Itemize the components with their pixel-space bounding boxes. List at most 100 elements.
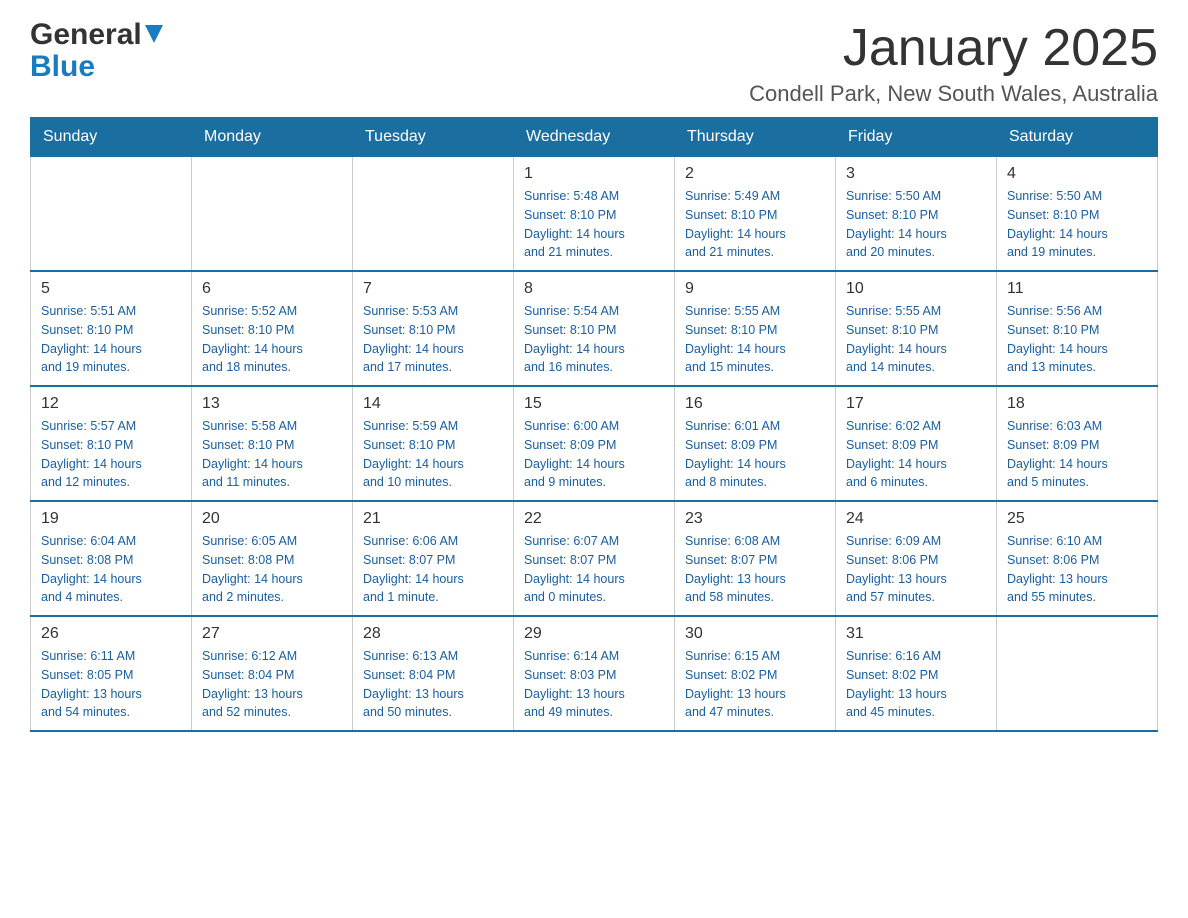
day-info: Sunrise: 5:48 AMSunset: 8:10 PMDaylight:… [524, 187, 664, 262]
day-info: Sunrise: 6:11 AMSunset: 8:05 PMDaylight:… [41, 647, 181, 722]
logo-triangle-icon [145, 25, 163, 47]
table-row: 20Sunrise: 6:05 AMSunset: 8:08 PMDayligh… [192, 501, 353, 616]
day-number: 21 [363, 510, 503, 528]
table-row: 25Sunrise: 6:10 AMSunset: 8:06 PMDayligh… [997, 501, 1158, 616]
header-sunday: Sunday [31, 118, 192, 157]
table-row [997, 616, 1158, 731]
table-row: 24 Sunrise: 6:09 AMSunset: 8:06 PMDayligh… [836, 501, 997, 616]
day-number: 14 [363, 395, 503, 413]
table-row: 27 Sunrise: 6:12 AMSunset: 8:04 PMDayligh… [192, 616, 353, 731]
logo-general-text: General [30, 20, 142, 50]
table-row: 1 Sunrise: 5:48 AMSunset: 8:10 PMDaylight… [514, 157, 675, 272]
table-row: 13 Sunrise: 5:58 AMSunset: 8:10 PMDayligh… [192, 386, 353, 501]
day-info: Sunrise: 5:52 AMSunset: 8:10 PMDaylight:… [202, 302, 342, 377]
calendar: Sunday Monday Tuesday Wednesday Thursday… [30, 117, 1158, 732]
day-info: Sunrise: 5:51 AMSunset: 8:10 PMDaylight:… [41, 302, 181, 377]
table-row: 6 Sunrise: 5:52 AMSunset: 8:10 PMDaylight… [192, 271, 353, 386]
table-row [31, 157, 192, 272]
title-section: January 2025 Condell Park, New South Wal… [749, 20, 1158, 107]
day-info: Sunrise: 6:04 AMSunset: 8:08 PMDaylight:… [41, 532, 181, 607]
table-row: 17 Sunrise: 6:02 AMSunset: 8:09 PMDayligh… [836, 386, 997, 501]
header-tuesday: Tuesday [353, 118, 514, 157]
day-info: Sunrise: 6:12 AMSunset: 8:04 PMDaylight:… [202, 647, 342, 722]
day-info: Sunrise: 6:09 AMSunset: 8:06 PMDaylight:… [846, 532, 986, 607]
table-row: 10Sunrise: 5:55 AMSunset: 8:10 PMDayligh… [836, 271, 997, 386]
day-number: 26 [41, 625, 181, 643]
day-info: Sunrise: 5:59 AMSunset: 8:10 PMDaylight:… [363, 417, 503, 492]
table-row: 21 Sunrise: 6:06 AMSunset: 8:07 PMDayligh… [353, 501, 514, 616]
day-info: Sunrise: 6:02 AMSunset: 8:09 PMDaylight:… [846, 417, 986, 492]
day-info: Sunrise: 5:53 AMSunset: 8:10 PMDaylight:… [363, 302, 503, 377]
day-info: Sunrise: 6:07 AMSunset: 8:07 PMDaylight:… [524, 532, 664, 607]
day-number: 11 [1007, 280, 1147, 298]
day-number: 5 [41, 280, 181, 298]
table-row: 9 Sunrise: 5:55 AMSunset: 8:10 PMDaylight… [675, 271, 836, 386]
day-info: Sunrise: 5:55 AMSunset: 8:10 PMDaylight:… [846, 302, 986, 377]
header: General Blue January 2025 Condell Park, … [30, 20, 1158, 107]
day-number: 23 [685, 510, 825, 528]
day-number: 9 [685, 280, 825, 298]
table-row: 28 Sunrise: 6:13 AMSunset: 8:04 PMDayligh… [353, 616, 514, 731]
day-info: Sunrise: 5:55 AMSunset: 8:10 PMDaylight:… [685, 302, 825, 377]
table-row: 8 Sunrise: 5:54 AMSunset: 8:10 PMDaylight… [514, 271, 675, 386]
calendar-week-row: 5 Sunrise: 5:51 AMSunset: 8:10 PMDaylight… [31, 271, 1158, 386]
table-row: 2Sunrise: 5:49 AMSunset: 8:10 PMDaylight… [675, 157, 836, 272]
day-number: 1 [524, 165, 664, 183]
day-number: 6 [202, 280, 342, 298]
table-row: 26 Sunrise: 6:11 AMSunset: 8:05 PMDayligh… [31, 616, 192, 731]
table-row [353, 157, 514, 272]
day-number: 19 [41, 510, 181, 528]
table-row: 16 Sunrise: 6:01 AMSunset: 8:09 PMDayligh… [675, 386, 836, 501]
table-row: 23 Sunrise: 6:08 AMSunset: 8:07 PMDayligh… [675, 501, 836, 616]
day-number: 4 [1007, 165, 1147, 183]
header-thursday: Thursday [675, 118, 836, 157]
day-info: Sunrise: 6:05 AMSunset: 8:08 PMDaylight:… [202, 532, 342, 607]
table-row: 11 Sunrise: 5:56 AMSunset: 8:10 PMDayligh… [997, 271, 1158, 386]
main-title: January 2025 [749, 20, 1158, 77]
day-number: 3 [846, 165, 986, 183]
day-number: 24 [846, 510, 986, 528]
header-monday: Monday [192, 118, 353, 157]
table-row: 14 Sunrise: 5:59 AMSunset: 8:10 PMDayligh… [353, 386, 514, 501]
day-info: Sunrise: 6:14 AMSunset: 8:03 PMDaylight:… [524, 647, 664, 722]
table-row: 7 Sunrise: 5:53 AMSunset: 8:10 PMDaylight… [353, 271, 514, 386]
day-info: Sunrise: 6:16 AMSunset: 8:02 PMDaylight:… [846, 647, 986, 722]
day-number: 15 [524, 395, 664, 413]
day-number: 27 [202, 625, 342, 643]
table-row [192, 157, 353, 272]
table-row: 30 Sunrise: 6:15 AMSunset: 8:02 PMDayligh… [675, 616, 836, 731]
header-saturday: Saturday [997, 118, 1158, 157]
day-info: Sunrise: 5:54 AMSunset: 8:10 PMDaylight:… [524, 302, 664, 377]
calendar-week-row: 26 Sunrise: 6:11 AMSunset: 8:05 PMDayligh… [31, 616, 1158, 731]
day-number: 8 [524, 280, 664, 298]
day-number: 28 [363, 625, 503, 643]
table-row: 5 Sunrise: 5:51 AMSunset: 8:10 PMDaylight… [31, 271, 192, 386]
day-info: Sunrise: 6:00 AMSunset: 8:09 PMDaylight:… [524, 417, 664, 492]
day-info: Sunrise: 6:06 AMSunset: 8:07 PMDaylight:… [363, 532, 503, 607]
day-info: Sunrise: 5:56 AMSunset: 8:10 PMDaylight:… [1007, 302, 1147, 377]
day-info: Sunrise: 5:57 AMSunset: 8:10 PMDaylight:… [41, 417, 181, 492]
day-info: Sunrise: 6:03 AMSunset: 8:09 PMDaylight:… [1007, 417, 1147, 492]
calendar-week-row: 1 Sunrise: 5:48 AMSunset: 8:10 PMDaylight… [31, 157, 1158, 272]
table-row: 22 Sunrise: 6:07 AMSunset: 8:07 PMDayligh… [514, 501, 675, 616]
day-info: Sunrise: 6:01 AMSunset: 8:09 PMDaylight:… [685, 417, 825, 492]
calendar-header-row: Sunday Monday Tuesday Wednesday Thursday… [31, 118, 1158, 157]
day-number: 30 [685, 625, 825, 643]
day-number: 22 [524, 510, 664, 528]
day-info: Sunrise: 6:15 AMSunset: 8:02 PMDaylight:… [685, 647, 825, 722]
day-info: Sunrise: 5:50 AMSunset: 8:10 PMDaylight:… [846, 187, 986, 262]
day-number: 29 [524, 625, 664, 643]
table-row: 31Sunrise: 6:16 AMSunset: 8:02 PMDayligh… [836, 616, 997, 731]
day-info: Sunrise: 6:13 AMSunset: 8:04 PMDaylight:… [363, 647, 503, 722]
day-number: 7 [363, 280, 503, 298]
table-row: 18Sunrise: 6:03 AMSunset: 8:09 PMDayligh… [997, 386, 1158, 501]
day-number: 17 [846, 395, 986, 413]
logo: General Blue [30, 20, 163, 84]
table-row: 12Sunrise: 5:57 AMSunset: 8:10 PMDayligh… [31, 386, 192, 501]
day-info: Sunrise: 6:08 AMSunset: 8:07 PMDaylight:… [685, 532, 825, 607]
day-info: Sunrise: 5:49 AMSunset: 8:10 PMDaylight:… [685, 187, 825, 262]
calendar-week-row: 12Sunrise: 5:57 AMSunset: 8:10 PMDayligh… [31, 386, 1158, 501]
day-info: Sunrise: 5:58 AMSunset: 8:10 PMDaylight:… [202, 417, 342, 492]
day-number: 16 [685, 395, 825, 413]
day-number: 13 [202, 395, 342, 413]
